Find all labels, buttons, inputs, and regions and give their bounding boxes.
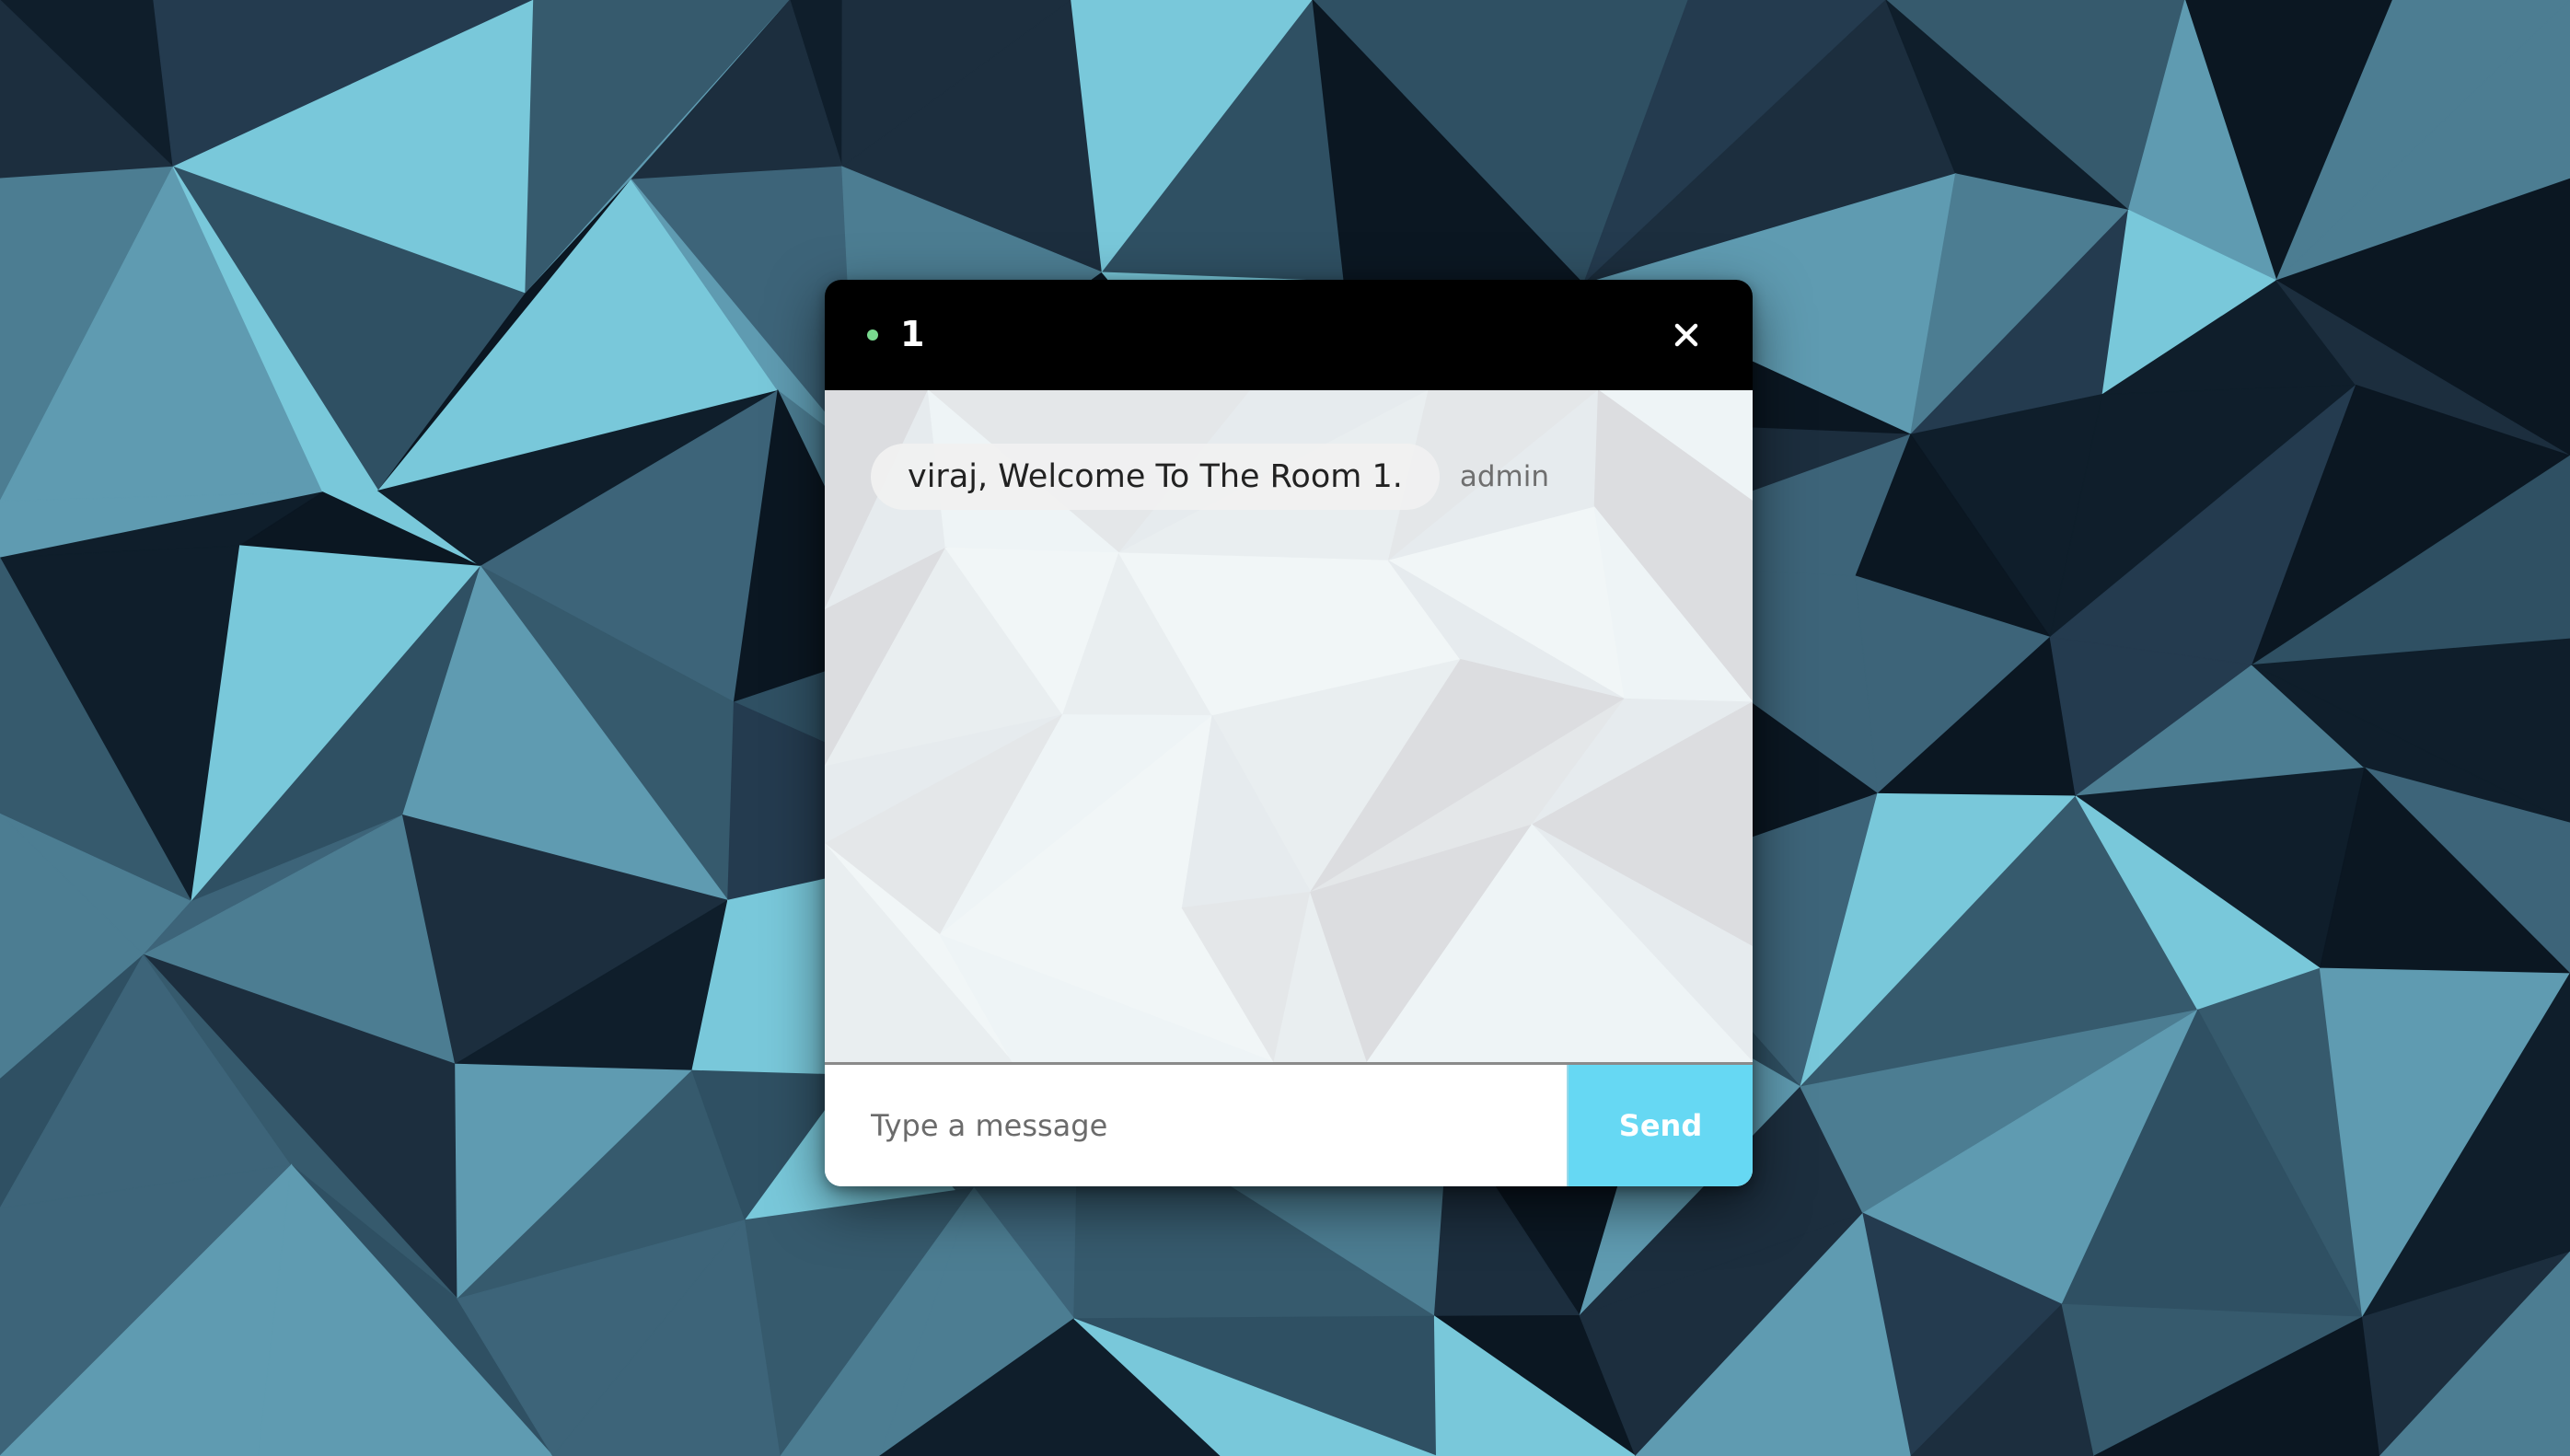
message-bubble: viraj, Welcome To The Room 1. (871, 444, 1440, 510)
chat-window: 1 viraj, Welcome To The Room 1. admin Se… (825, 280, 1753, 1186)
message-input[interactable] (825, 1065, 1565, 1186)
message-composer: Send (825, 1062, 1753, 1186)
close-button[interactable] (1666, 315, 1707, 355)
chat-header: 1 (825, 280, 1753, 390)
room-name: 1 (900, 314, 925, 354)
message-list: viraj, Welcome To The Room 1. admin (825, 390, 1753, 1062)
online-status-icon (867, 329, 878, 341)
message-item: viraj, Welcome To The Room 1. admin (871, 444, 1549, 510)
close-icon (1674, 323, 1698, 347)
message-sender: admin (1459, 460, 1549, 493)
send-button[interactable]: Send (1567, 1065, 1753, 1186)
